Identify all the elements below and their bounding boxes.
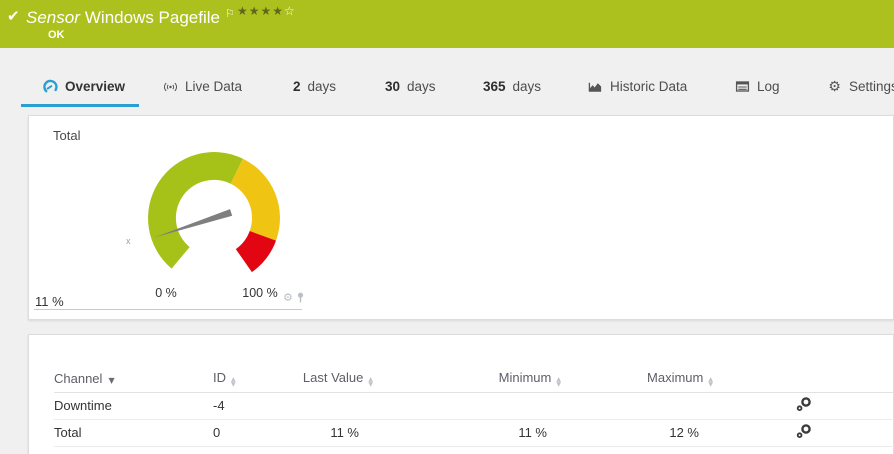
- tab-bar: Overview Live Data 2 days 30 days 365: [0, 70, 894, 103]
- cell-minimum: 11 %: [373, 419, 561, 446]
- channel-table-panel: Channel▼ ID▲▼ Last Value▲▼ Minimum▲▼ Max…: [28, 334, 894, 454]
- column-header-actions: [713, 365, 894, 392]
- sensor-header: ✔ Sensor Windows Pagefile ⚐ ★★★★☆ OK: [0, 0, 894, 48]
- gauge-title: Total: [53, 128, 80, 143]
- cell-actions: [713, 419, 894, 446]
- tab-number: 365: [483, 79, 506, 94]
- gauge-baseline: [34, 309, 302, 310]
- cell-id: -4: [213, 392, 301, 419]
- tab-historic-data[interactable]: Historic Data: [588, 70, 687, 103]
- status-ok-check-icon: ✔: [7, 7, 20, 25]
- cell-actions: [713, 392, 894, 419]
- flag-icon[interactable]: ⚐: [225, 7, 235, 20]
- tab-number: 30: [385, 79, 400, 94]
- tab-number: 2: [293, 79, 301, 94]
- gauge-axis-marker: x: [126, 236, 131, 246]
- gear-icon[interactable]: ⚙: [283, 292, 293, 303]
- gauge-toolbar: ⚙: [283, 292, 305, 303]
- status-badge: OK: [48, 29, 65, 41]
- log-list-icon: [735, 79, 750, 94]
- column-header-maximum[interactable]: Maximum▲▼: [561, 365, 713, 392]
- live-broadcast-icon: [163, 79, 178, 94]
- tab-label: days: [513, 79, 542, 94]
- tab-30-days[interactable]: 30 days: [385, 70, 436, 103]
- channel-settings-gears-icon[interactable]: [796, 397, 812, 412]
- tab-365-days[interactable]: 365 days: [483, 70, 541, 103]
- cell-maximum: 12 %: [561, 419, 713, 446]
- cell-minimum: [373, 392, 561, 419]
- cell-channel[interactable]: Total: [54, 419, 213, 446]
- tab-log[interactable]: Log: [735, 70, 780, 103]
- column-header-channel[interactable]: Channel▼: [54, 365, 213, 392]
- gear-icon: ⚙: [827, 79, 842, 94]
- sort-icon: ▲▼: [231, 377, 236, 387]
- column-header-last-value[interactable]: Last Value▲▼: [301, 365, 373, 392]
- cell-last-value: 11 %: [301, 419, 373, 446]
- sensor-page: ✔ Sensor Windows Pagefile ⚐ ★★★★☆ OK Overv…: [0, 0, 894, 454]
- tab-live-data[interactable]: Live Data: [163, 70, 242, 103]
- sort-desc-icon: ▼: [108, 376, 114, 385]
- tab-label: Log: [757, 79, 780, 94]
- tab-label: Live Data: [185, 79, 242, 94]
- tab-settings[interactable]: ⚙ Settings: [827, 70, 894, 103]
- table-row-downtime[interactable]: Downtime -4: [54, 392, 894, 419]
- column-header-minimum[interactable]: Minimum▲▼: [373, 365, 561, 392]
- gauge-current-value: 11 %: [35, 294, 64, 309]
- tab-label: days: [407, 79, 436, 94]
- table-header-row: Channel▼ ID▲▼ Last Value▲▼ Minimum▲▼ Max…: [54, 365, 894, 392]
- priority-stars[interactable]: ★★★★☆: [237, 4, 296, 18]
- total-gauge: x: [114, 128, 314, 298]
- sort-icon: ▲▼: [708, 377, 713, 387]
- area-chart-icon: [588, 79, 603, 94]
- stars-filled[interactable]: ★★★★: [237, 4, 284, 18]
- sort-icon: ▲▼: [368, 377, 373, 387]
- tab-label: days: [308, 79, 337, 94]
- sort-icon: ▲▼: [556, 377, 561, 387]
- pin-icon[interactable]: [296, 292, 305, 303]
- cell-channel[interactable]: Downtime: [54, 392, 213, 419]
- cell-maximum: [561, 392, 713, 419]
- star-empty[interactable]: ☆: [284, 4, 296, 18]
- gauge-panel: Total x 0 % 100 % 11 % ⚙: [28, 115, 894, 320]
- title-prefix: Sensor: [26, 8, 80, 27]
- tab-label: Overview: [65, 79, 125, 94]
- tab-2-days[interactable]: 2 days: [293, 70, 336, 103]
- sensor-name: Windows Pagefile: [85, 8, 220, 27]
- gauge-icon: [43, 79, 58, 94]
- tab-label: Historic Data: [610, 79, 687, 94]
- gauge-zone-warning: [231, 159, 280, 241]
- gauge-min-label: 0 %: [141, 286, 191, 300]
- tab-label: Settings: [849, 79, 894, 94]
- cell-id: 0: [213, 419, 301, 446]
- cell-last-value: [301, 392, 373, 419]
- page-title: Sensor Windows Pagefile ⚐: [26, 7, 235, 28]
- gauge-max-label: 100 %: [233, 286, 287, 300]
- channel-table: Channel▼ ID▲▼ Last Value▲▼ Minimum▲▼ Max…: [54, 365, 894, 447]
- column-header-id[interactable]: ID▲▼: [213, 365, 301, 392]
- table-row-total[interactable]: Total 0 11 % 11 % 12 %: [54, 419, 894, 446]
- channel-settings-gears-icon[interactable]: [796, 424, 812, 439]
- tab-overview[interactable]: Overview: [43, 70, 125, 103]
